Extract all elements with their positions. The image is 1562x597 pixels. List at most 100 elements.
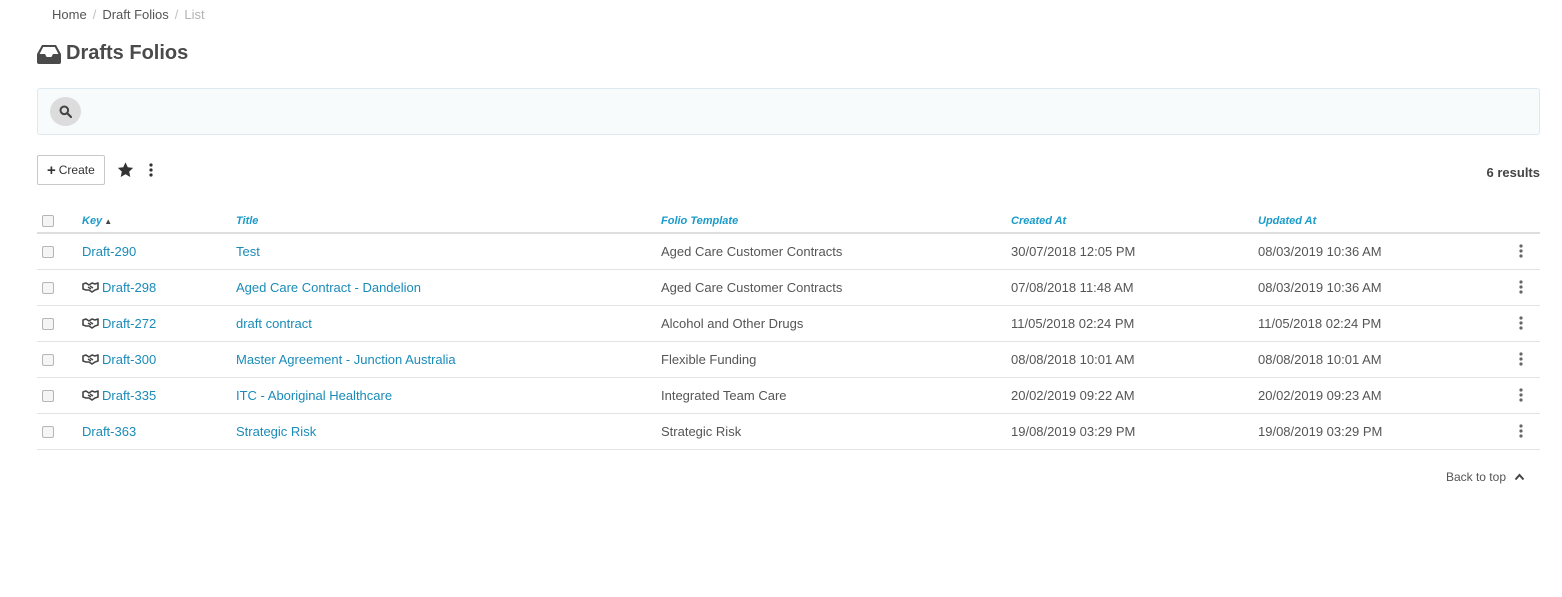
row-actions-cell	[1458, 305, 1540, 342]
row-actions-button[interactable]	[1458, 280, 1540, 294]
row-actions-cell	[1458, 377, 1540, 414]
draft-title-link[interactable]: Strategic Risk	[236, 424, 316, 439]
search-button[interactable]	[50, 97, 81, 126]
title-cell: Test	[236, 233, 661, 270]
breadcrumb-separator: /	[92, 7, 97, 22]
draft-key-link[interactable]: Draft-300	[102, 352, 156, 367]
column-header-updated-at[interactable]: Updated At	[1258, 206, 1458, 234]
created-at-cell: 20/02/2019 09:22 AM	[1011, 377, 1258, 414]
draft-title-link[interactable]: Master Agreement - Junction Australia	[236, 352, 456, 367]
draft-key-link[interactable]: Draft-290	[82, 244, 136, 259]
row-actions-cell	[1458, 269, 1540, 306]
breadcrumb-draft-folios[interactable]: Draft Folios	[102, 7, 168, 22]
title-cell: Strategic Risk	[236, 413, 661, 450]
row-select-cell	[37, 233, 82, 270]
row-checkbox[interactable]	[42, 282, 54, 295]
draft-title-link[interactable]: draft contract	[236, 316, 312, 331]
row-checkbox[interactable]	[42, 354, 54, 367]
row-kebab-icon	[1519, 316, 1523, 330]
table-row: Draft-272 draft contract Alcohol and Other…	[37, 305, 1540, 342]
key-cell: Draft-335	[82, 377, 236, 414]
updated-at-cell: 19/08/2019 03:29 PM	[1258, 413, 1458, 450]
favorite-button[interactable]	[117, 162, 134, 178]
breadcrumb-home[interactable]: Home	[52, 7, 87, 22]
breadcrumb-separator: /	[174, 7, 179, 22]
key-cell: Draft-272	[82, 305, 236, 342]
folio-template-cell: Aged Care Customer Contracts	[661, 233, 1011, 270]
shared-handshake-icon	[82, 282, 99, 293]
table-row: Draft-290 Test Aged Care Customer Contract…	[37, 233, 1540, 270]
updated-at-cell: 08/08/2018 10:01 AM	[1258, 341, 1458, 378]
folio-template-cell: Aged Care Customer Contracts	[661, 269, 1011, 306]
row-actions-button[interactable]	[1458, 352, 1540, 366]
shared-handshake-icon	[82, 354, 99, 365]
create-button[interactable]: + Create	[37, 155, 105, 185]
updated-at-cell: 08/03/2019 10:36 AM	[1258, 269, 1458, 306]
row-checkbox[interactable]	[42, 390, 54, 403]
row-checkbox[interactable]	[42, 426, 54, 439]
plus-icon: +	[47, 161, 56, 179]
draft-key-link[interactable]: Draft-335	[102, 388, 156, 403]
column-header-actions	[1458, 206, 1540, 234]
table-row: Draft-300 Master Agreement - Junction Aus…	[37, 341, 1540, 378]
row-actions-button[interactable]	[1458, 244, 1540, 258]
draft-title-link[interactable]: Test	[236, 244, 260, 259]
folio-template-cell: Strategic Risk	[661, 413, 1011, 450]
folio-template-cell: Alcohol and Other Drugs	[661, 305, 1011, 342]
column-header-folio-template[interactable]: Folio Template	[661, 206, 1011, 234]
drafts-table: Key ▲ Title Folio Template Created At Upd…	[37, 206, 1540, 450]
draft-title-link[interactable]: ITC - Aboriginal Healthcare	[236, 388, 392, 403]
back-to-top-label: Back to top	[1445, 470, 1506, 484]
created-at-cell: 30/07/2018 12:05 PM	[1011, 233, 1258, 270]
table-row: Draft-335 ITC - Aboriginal Healthcare Inte…	[37, 377, 1540, 414]
column-header-created-at[interactable]: Created At	[1011, 206, 1258, 234]
row-select-cell	[37, 269, 82, 306]
updated-at-cell: 11/05/2018 02:24 PM	[1258, 305, 1458, 342]
row-select-cell	[37, 377, 82, 414]
created-at-cell: 07/08/2018 11:48 AM	[1011, 269, 1258, 306]
created-at-cell: 19/08/2019 03:29 PM	[1011, 413, 1258, 450]
create-button-label: Create	[58, 163, 95, 177]
breadcrumb-current: List	[184, 7, 205, 22]
star-icon	[117, 162, 133, 177]
kebab-icon	[149, 163, 153, 177]
column-header-key-label: Key	[82, 215, 103, 227]
sort-ascending-icon: ▲	[104, 217, 113, 226]
draft-title-link[interactable]: Aged Care Contract - Dandelion	[236, 280, 421, 295]
row-actions-button[interactable]	[1458, 388, 1540, 402]
draft-key-link[interactable]: Draft-298	[102, 280, 156, 295]
page-title-text: Drafts Folios	[66, 42, 189, 64]
row-actions-cell	[1458, 413, 1540, 450]
created-at-cell: 08/08/2018 10:01 AM	[1011, 341, 1258, 378]
back-to-top-link[interactable]: Back to top	[1446, 470, 1525, 484]
row-checkbox[interactable]	[42, 318, 54, 331]
chevron-up-icon	[1514, 473, 1525, 481]
row-actions-button[interactable]	[1458, 424, 1540, 438]
row-actions-button[interactable]	[1458, 316, 1540, 330]
row-actions-cell	[1458, 233, 1540, 270]
row-kebab-icon	[1519, 424, 1523, 438]
shared-handshake-icon	[82, 390, 99, 401]
select-all-checkbox[interactable]	[42, 215, 54, 227]
folio-template-cell: Flexible Funding	[661, 341, 1011, 378]
search-panel	[37, 88, 1540, 135]
shared-handshake-icon	[82, 318, 99, 329]
column-header-key[interactable]: Key ▲	[82, 206, 236, 234]
title-cell: Aged Care Contract - Dandelion	[236, 269, 661, 306]
row-select-cell	[37, 305, 82, 342]
row-checkbox[interactable]	[42, 246, 54, 259]
updated-at-cell: 20/02/2019 09:23 AM	[1258, 377, 1458, 414]
key-cell: Draft-300	[82, 341, 236, 378]
more-options-button[interactable]	[149, 163, 153, 177]
row-kebab-icon	[1519, 352, 1523, 366]
folio-template-cell: Integrated Team Care	[661, 377, 1011, 414]
draft-key-link[interactable]: Draft-272	[102, 316, 156, 331]
updated-at-cell: 08/03/2019 10:36 AM	[1258, 233, 1458, 270]
column-header-title[interactable]: Title	[236, 206, 661, 234]
title-cell: Master Agreement - Junction Australia	[236, 341, 661, 378]
title-cell: ITC - Aboriginal Healthcare	[236, 377, 661, 414]
breadcrumb: Home / Draft Folios / List	[52, 7, 205, 22]
key-cell: Draft-363	[82, 413, 236, 450]
search-icon	[59, 105, 72, 118]
draft-key-link[interactable]: Draft-363	[82, 424, 136, 439]
